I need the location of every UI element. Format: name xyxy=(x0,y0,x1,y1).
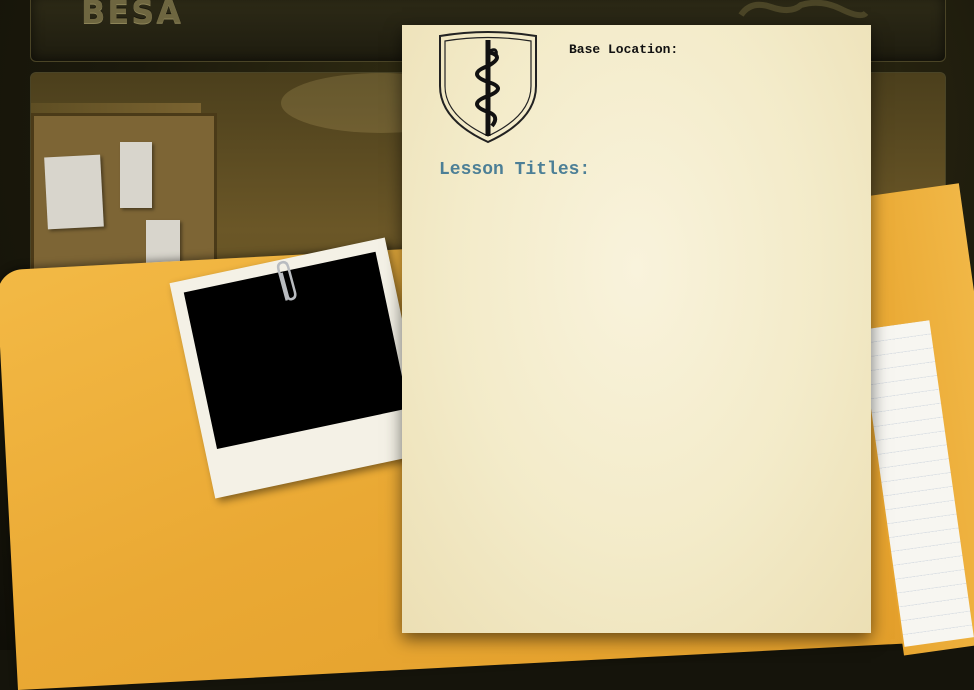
brand-logo: BESA xyxy=(81,0,184,31)
pinned-note xyxy=(44,154,104,230)
base-location-label: Base Location: xyxy=(569,42,679,57)
polaroid-photo[interactable] xyxy=(169,237,431,499)
staff-of-asclepius-shield-icon xyxy=(439,31,537,144)
lesson-titles-heading: Lesson Titles: xyxy=(439,160,591,180)
world-map-icon xyxy=(738,0,869,19)
pinned-note xyxy=(120,142,152,208)
